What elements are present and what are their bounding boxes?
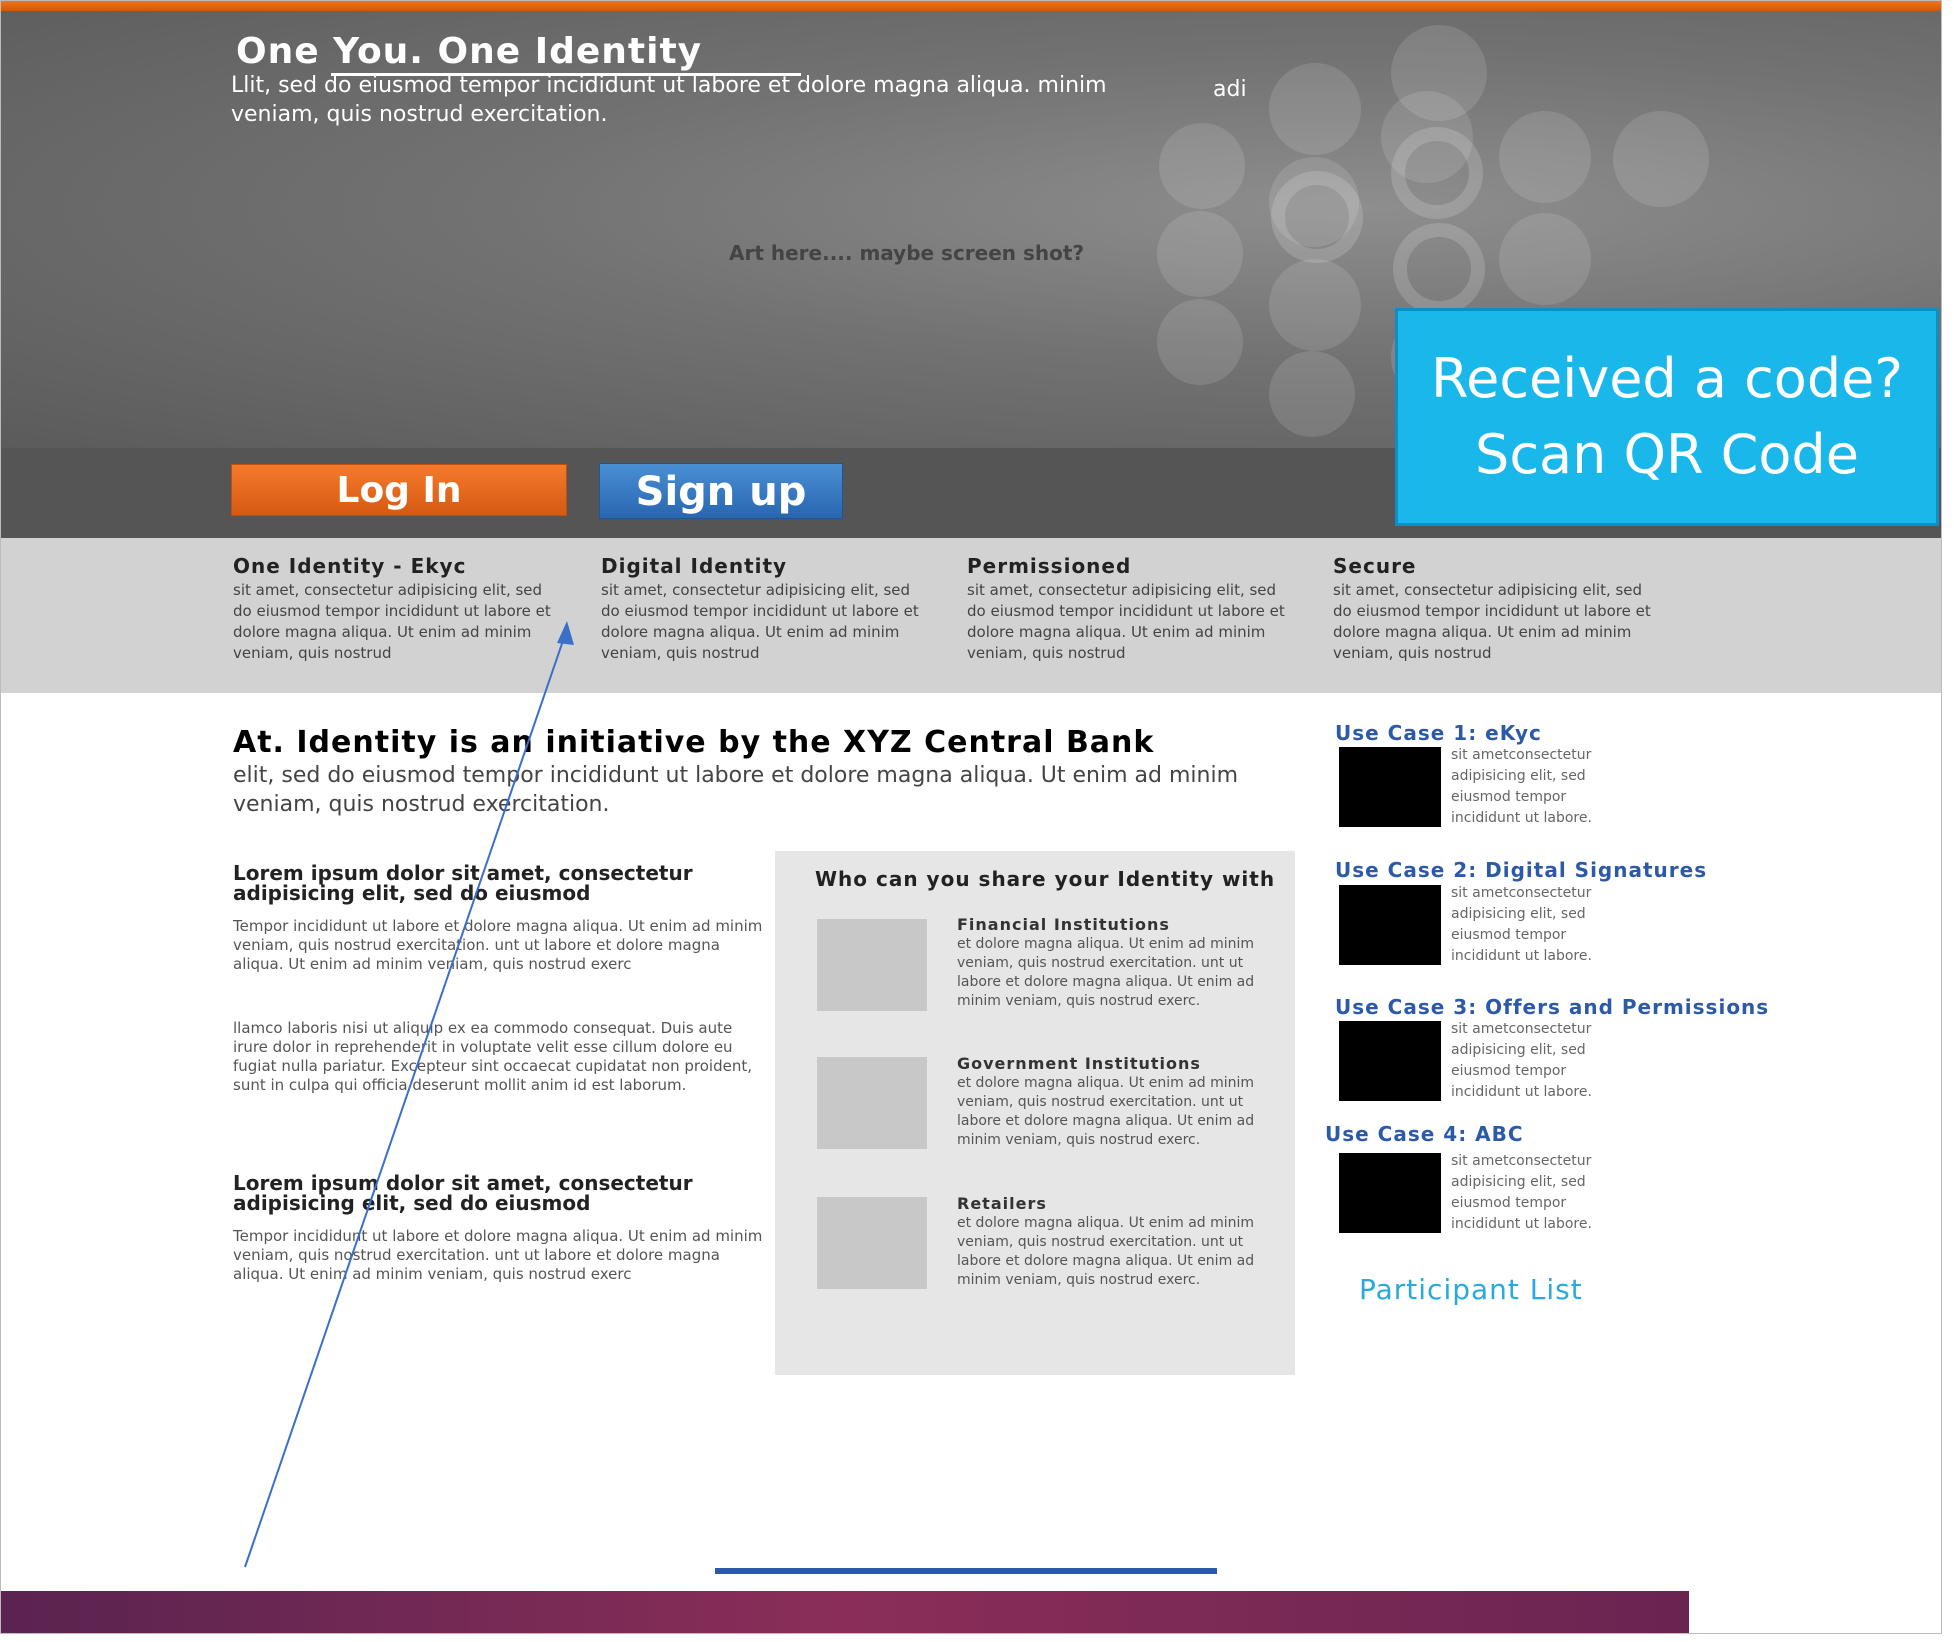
footer-band <box>1 1591 1689 1633</box>
annotation-arrow <box>244 621 574 1568</box>
more-dots-icon: ● ● ● <box>963 1633 996 1634</box>
bottom-divider-line <box>715 1568 1217 1574</box>
mockup-frame: One You. One Identity Llit, sed do eiusm… <box>0 0 1942 1634</box>
